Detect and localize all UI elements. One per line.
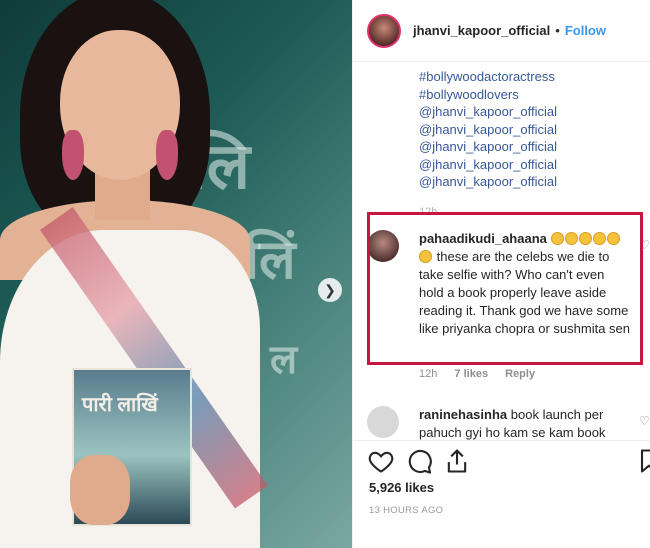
comment-likes[interactable]: 7 likes	[454, 368, 488, 380]
hashtag-link[interactable]: #bollywoodlovers	[419, 86, 557, 104]
highlight-box	[367, 212, 643, 365]
mention-link[interactable]: @jhanvi_kapoor_official	[419, 156, 557, 174]
post-username[interactable]: jhanvi_kapoor_official	[413, 23, 550, 38]
earring	[62, 130, 84, 180]
post-photo[interactable]: लि लिं ल पारी लाखिं	[0, 0, 352, 548]
post-header: jhanvi_kapoor_official • Follow	[353, 0, 650, 62]
caption-tags: #bollywoodactoractress #bollywoodlovers …	[419, 68, 557, 191]
comment-meta: 12h 7 likes Reply	[419, 368, 549, 380]
book-title: पारी लाखिं	[82, 394, 158, 416]
post-actions	[353, 440, 650, 480]
mention-link[interactable]: @jhanvi_kapoor_official	[419, 121, 557, 139]
likes-count[interactable]: 5,926 likes	[369, 480, 434, 495]
comment-username[interactable]: raninehasinha	[419, 407, 507, 422]
earring	[156, 130, 178, 180]
comment-avatar[interactable]	[367, 406, 399, 438]
backdrop-text: लिं	[245, 227, 296, 291]
mention-link[interactable]: @jhanvi_kapoor_official	[419, 103, 557, 121]
follow-button[interactable]: Follow	[565, 23, 606, 38]
comment-icon[interactable]	[405, 447, 433, 475]
reply-button[interactable]: Reply	[505, 368, 535, 380]
share-icon[interactable]	[443, 447, 471, 475]
heart-icon[interactable]: ♡	[639, 414, 650, 428]
heart-icon[interactable]	[367, 447, 395, 475]
comments-section[interactable]: #bollywoodactoractress #bollywoodlovers …	[353, 62, 650, 440]
avatar[interactable]	[367, 13, 401, 48]
bookmark-icon[interactable]	[635, 447, 650, 475]
comment-text: raninehasinha book launch per pahuch gyi…	[419, 406, 635, 440]
photo-hand	[70, 455, 130, 525]
post-sidebar: jhanvi_kapoor_official • Follow #bollywo…	[352, 0, 650, 548]
hashtag-link[interactable]: #bollywoodactoractress	[419, 68, 557, 86]
next-image-button[interactable]: ❯	[318, 278, 342, 302]
backdrop-text: ल	[270, 336, 298, 383]
comment-time: 12h	[419, 368, 438, 380]
chevron-right-icon: ❯	[324, 281, 336, 298]
mention-link[interactable]: @jhanvi_kapoor_official	[419, 173, 557, 191]
separator-dot: •	[555, 23, 560, 38]
post-timestamp: 13 HOURS AGO	[369, 505, 444, 516]
mention-link[interactable]: @jhanvi_kapoor_official	[419, 138, 557, 156]
